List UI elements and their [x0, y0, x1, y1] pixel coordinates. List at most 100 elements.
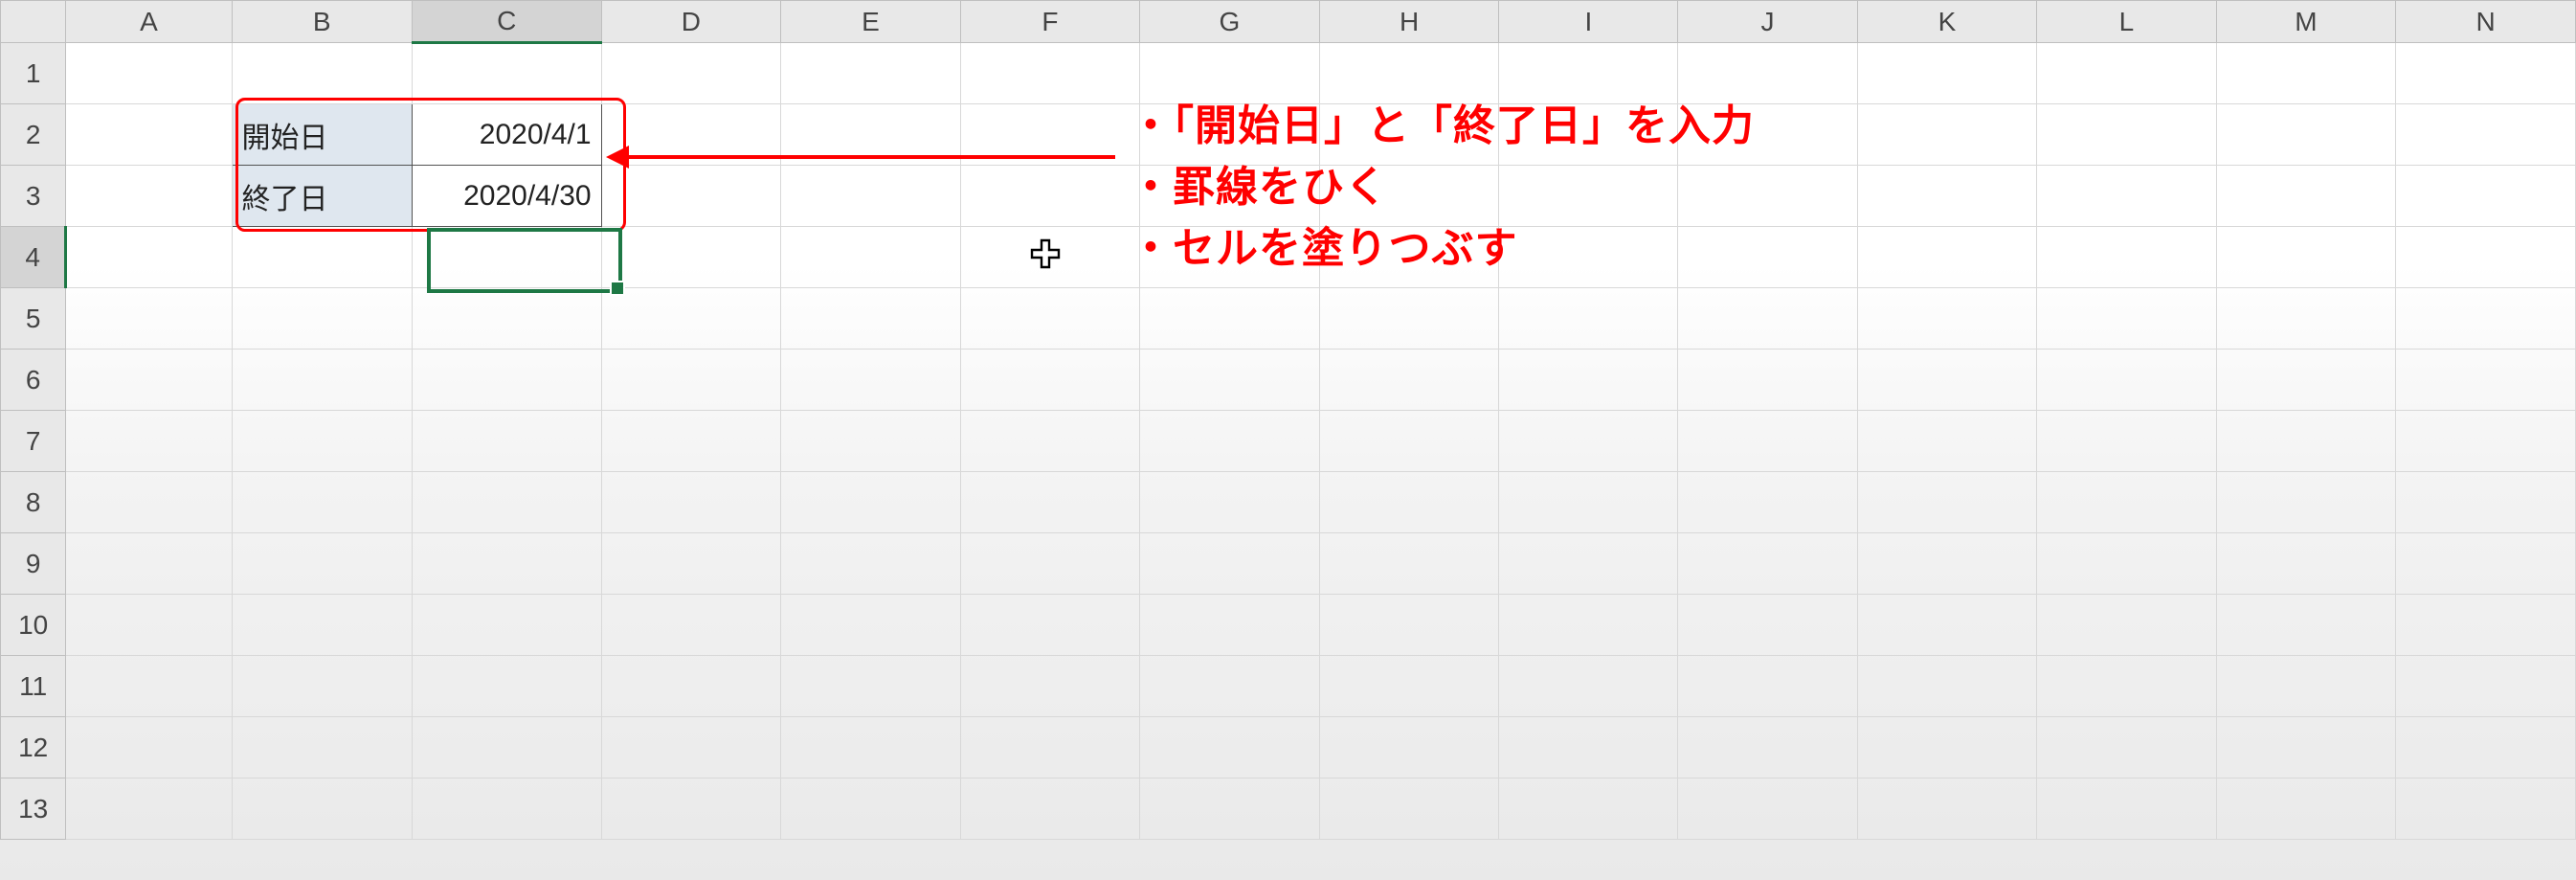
cell-E13[interactable]	[781, 778, 961, 840]
cell-E7[interactable]	[781, 411, 961, 472]
cell-E11[interactable]	[781, 656, 961, 717]
spreadsheet-area[interactable]: A B C D E F G H I J K L M N 1	[0, 0, 2576, 880]
cell-L9[interactable]	[2037, 533, 2216, 595]
cell-C2[interactable]: 2020/4/1	[412, 104, 601, 166]
cell-F5[interactable]	[960, 288, 1139, 350]
cell-N8[interactable]	[2396, 472, 2576, 533]
cell-N4[interactable]	[2396, 227, 2576, 288]
cell-K4[interactable]	[1857, 227, 2037, 288]
cell-I5[interactable]	[1499, 288, 1678, 350]
cell-A11[interactable]	[66, 656, 232, 717]
cell-M8[interactable]	[2216, 472, 2396, 533]
cell-H7[interactable]	[1319, 411, 1499, 472]
cell-D12[interactable]	[601, 717, 781, 778]
cell-H13[interactable]	[1319, 778, 1499, 840]
cell-I13[interactable]	[1499, 778, 1678, 840]
cell-E8[interactable]	[781, 472, 961, 533]
cell-I6[interactable]	[1499, 350, 1678, 411]
cell-M11[interactable]	[2216, 656, 2396, 717]
cell-H1[interactable]	[1319, 43, 1499, 104]
cell-K12[interactable]	[1857, 717, 2037, 778]
cell-L13[interactable]	[2037, 778, 2216, 840]
cell-G10[interactable]	[1140, 595, 1320, 656]
cell-E5[interactable]	[781, 288, 961, 350]
cell-H12[interactable]	[1319, 717, 1499, 778]
cell-F1[interactable]	[960, 43, 1139, 104]
select-all-corner[interactable]	[1, 1, 66, 43]
cell-G12[interactable]	[1140, 717, 1320, 778]
cell-M6[interactable]	[2216, 350, 2396, 411]
col-header-D[interactable]: D	[601, 1, 781, 43]
cell-B5[interactable]	[232, 288, 412, 350]
cell-N3[interactable]	[2396, 166, 2576, 227]
cell-J4[interactable]	[1678, 227, 1857, 288]
cell-M3[interactable]	[2216, 166, 2396, 227]
cell-J9[interactable]	[1678, 533, 1857, 595]
cell-G4[interactable]	[1140, 227, 1320, 288]
cell-K1[interactable]	[1857, 43, 2037, 104]
cell-L11[interactable]	[2037, 656, 2216, 717]
cell-E6[interactable]	[781, 350, 961, 411]
cell-H9[interactable]	[1319, 533, 1499, 595]
cell-J6[interactable]	[1678, 350, 1857, 411]
cell-A9[interactable]	[66, 533, 232, 595]
cell-J7[interactable]	[1678, 411, 1857, 472]
cell-L8[interactable]	[2037, 472, 2216, 533]
cell-F13[interactable]	[960, 778, 1139, 840]
cell-D6[interactable]	[601, 350, 781, 411]
col-header-F[interactable]: F	[960, 1, 1139, 43]
cell-N2[interactable]	[2396, 104, 2576, 166]
col-header-B[interactable]: B	[232, 1, 412, 43]
cell-J8[interactable]	[1678, 472, 1857, 533]
row-header-3[interactable]: 3	[1, 166, 66, 227]
cell-L10[interactable]	[2037, 595, 2216, 656]
row-header-12[interactable]: 12	[1, 717, 66, 778]
cell-M1[interactable]	[2216, 43, 2396, 104]
cell-D3[interactable]	[601, 166, 781, 227]
cell-I10[interactable]	[1499, 595, 1678, 656]
cell-B2[interactable]: 開始日	[232, 104, 412, 166]
cell-B8[interactable]	[232, 472, 412, 533]
cell-I8[interactable]	[1499, 472, 1678, 533]
cell-J1[interactable]	[1678, 43, 1857, 104]
row-header-8[interactable]: 8	[1, 472, 66, 533]
cell-N1[interactable]	[2396, 43, 2576, 104]
cell-H10[interactable]	[1319, 595, 1499, 656]
cell-B10[interactable]	[232, 595, 412, 656]
cell-K13[interactable]	[1857, 778, 2037, 840]
cell-I3[interactable]	[1499, 166, 1678, 227]
cell-J11[interactable]	[1678, 656, 1857, 717]
col-header-K[interactable]: K	[1857, 1, 2037, 43]
row-header-13[interactable]: 13	[1, 778, 66, 840]
cell-M9[interactable]	[2216, 533, 2396, 595]
cell-I12[interactable]	[1499, 717, 1678, 778]
col-header-I[interactable]: I	[1499, 1, 1678, 43]
row-header-5[interactable]: 5	[1, 288, 66, 350]
col-header-J[interactable]: J	[1678, 1, 1857, 43]
cell-K6[interactable]	[1857, 350, 2037, 411]
cell-C4[interactable]	[412, 227, 601, 288]
cell-C11[interactable]	[412, 656, 601, 717]
cell-A13[interactable]	[66, 778, 232, 840]
cell-G8[interactable]	[1140, 472, 1320, 533]
cell-B11[interactable]	[232, 656, 412, 717]
cell-J3[interactable]	[1678, 166, 1857, 227]
cell-E12[interactable]	[781, 717, 961, 778]
col-header-L[interactable]: L	[2037, 1, 2216, 43]
cell-C1[interactable]	[412, 43, 601, 104]
cell-H5[interactable]	[1319, 288, 1499, 350]
cell-A7[interactable]	[66, 411, 232, 472]
cell-H11[interactable]	[1319, 656, 1499, 717]
row-header-2[interactable]: 2	[1, 104, 66, 166]
cell-M10[interactable]	[2216, 595, 2396, 656]
cell-K3[interactable]	[1857, 166, 2037, 227]
cell-B13[interactable]	[232, 778, 412, 840]
cell-G3[interactable]	[1140, 166, 1320, 227]
cell-B12[interactable]	[232, 717, 412, 778]
cell-F10[interactable]	[960, 595, 1139, 656]
cell-A12[interactable]	[66, 717, 232, 778]
cell-F12[interactable]	[960, 717, 1139, 778]
cell-G11[interactable]	[1140, 656, 1320, 717]
cell-B3[interactable]: 終了日	[232, 166, 412, 227]
cell-N6[interactable]	[2396, 350, 2576, 411]
